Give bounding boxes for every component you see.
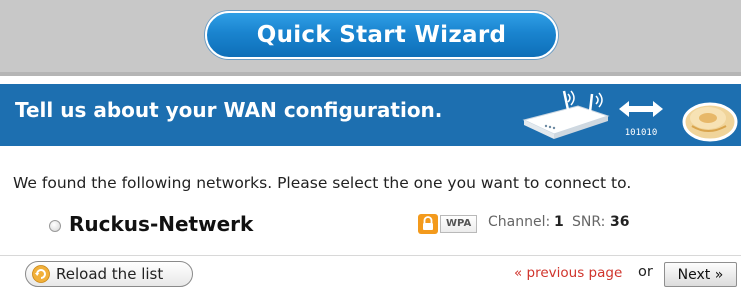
network-radio[interactable]	[49, 220, 61, 232]
security-badge: WPA	[440, 215, 478, 233]
snr-label: SNR:	[572, 214, 606, 230]
binary-label: 101010	[624, 128, 658, 138]
channel-label: Channel:	[488, 214, 551, 230]
channel-value: 1	[554, 214, 564, 230]
wizard-banner: Quick Start Wizard	[0, 0, 741, 76]
next-button[interactable]: Next »	[664, 262, 737, 287]
intro-text: We found the following networks. Please …	[13, 174, 632, 192]
snr-value: 36	[610, 214, 630, 230]
footer-divider	[0, 255, 741, 256]
page-title: Tell us about your WAN configuration.	[15, 98, 443, 122]
router-icon	[522, 90, 610, 139]
page-header: Tell us about your WAN configuration. 10…	[0, 84, 741, 146]
network-row: Ruckus-Netwerk WPA Channel: 1 SNR: 36	[0, 212, 741, 242]
shield-icon	[682, 102, 738, 142]
arrows-icon: 101010	[615, 96, 667, 140]
or-text: or	[638, 264, 653, 280]
previous-page-link[interactable]: « previous page	[514, 265, 622, 281]
reload-label: Reload the list	[56, 265, 164, 283]
network-name: Ruckus-Netwerk	[69, 212, 254, 236]
wizard-title: Quick Start Wizard	[205, 11, 558, 59]
reload-icon	[32, 265, 50, 283]
lock-icon	[418, 214, 438, 234]
reload-list-button[interactable]: Reload the list	[25, 261, 193, 287]
